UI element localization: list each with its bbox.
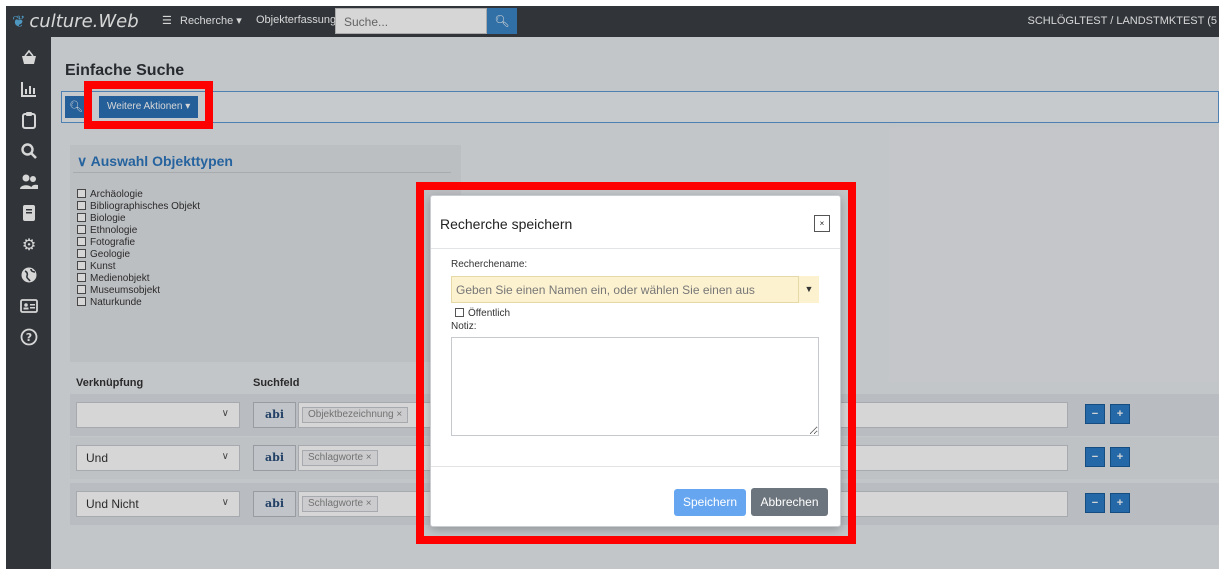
highlight-box-actions	[84, 81, 213, 129]
app-window: ❦ culture.Web ☰ Recherche ▾ Objekterfassu…	[6, 6, 1219, 569]
highlight-box-dialog	[416, 182, 856, 544]
